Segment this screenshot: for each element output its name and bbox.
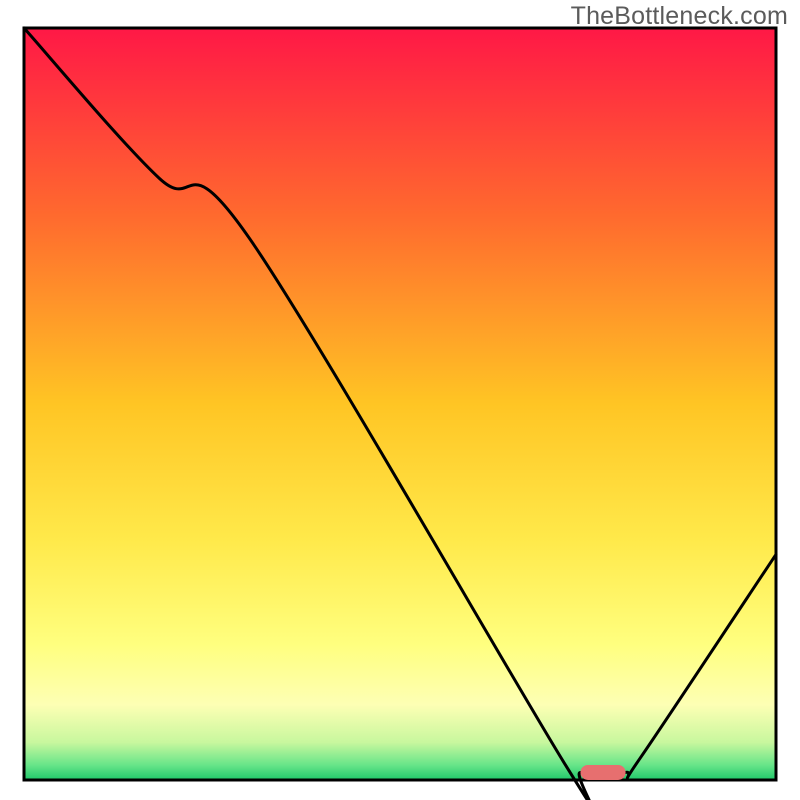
optimal-range-marker: [580, 765, 625, 780]
plot-background: [24, 28, 776, 780]
bottleneck-chart: [0, 0, 800, 800]
watermark-text: TheBottleneck.com: [571, 2, 788, 31]
chart-container: TheBottleneck.com: [0, 0, 800, 800]
